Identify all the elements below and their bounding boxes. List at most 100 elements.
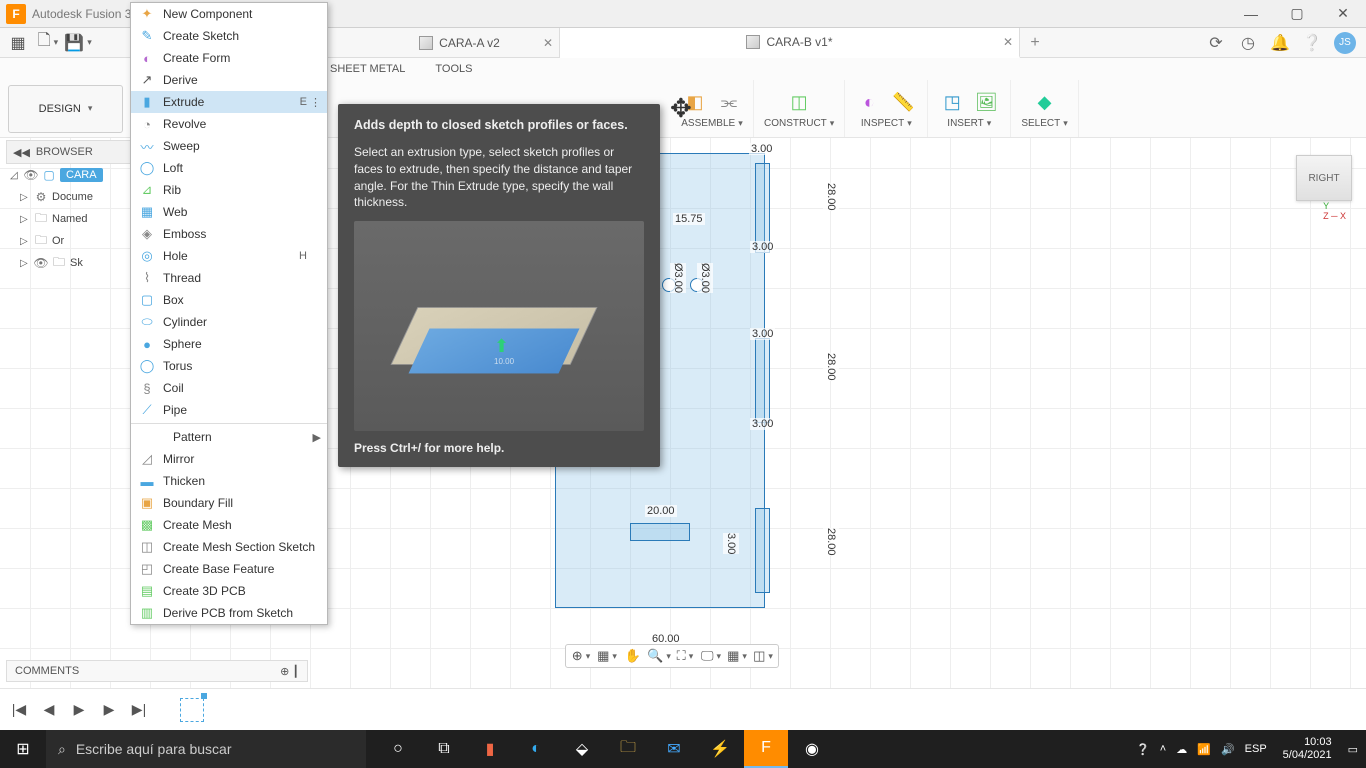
app-icon[interactable]: ⚡ [698,730,742,768]
cortana-icon[interactable]: ○ [376,730,420,768]
inspect-icon[interactable]: ◐ [855,88,883,116]
group-label[interactable]: INSERT [947,118,991,129]
menu-item-pattern[interactable]: Pattern▶ [131,426,327,448]
office-icon[interactable]: ▮ [468,730,512,768]
select-icon[interactable]: ◆ [1031,88,1059,116]
data-panel-icon[interactable]: ▦ [8,33,28,53]
chrome-icon[interactable]: ◉ [790,730,834,768]
taskview-icon[interactable]: ⧉ [422,730,466,768]
help-tray-icon[interactable]: ❔ [1136,743,1150,756]
menu-item-web[interactable]: ▦Web [131,201,327,223]
menu-item-emboss[interactable]: ◈Emboss [131,223,327,245]
comments-bar[interactable]: COMMENTS ⊕ ┃ [6,660,308,682]
save-icon[interactable]: 💾 [68,33,88,53]
mail-icon[interactable]: ✉ [652,730,696,768]
menu-item-hole[interactable]: ◎HoleH [131,245,327,267]
notifications-icon[interactable]: 🔔 [1270,33,1290,53]
help-icon[interactable]: ❔ [1302,33,1322,53]
menu-item-cylinder[interactable]: ⬭Cylinder [131,311,327,333]
image-icon[interactable]: 🖼 [972,88,1000,116]
move-handle-icon[interactable]: ✥ [670,93,692,124]
dropbox-icon[interactable]: ⬙ [560,730,604,768]
menu-item-loft[interactable]: ◯Loft [131,157,327,179]
taskbar-search[interactable]: ⌕ Escribe aquí para buscar [46,730,366,768]
timeline-back-icon[interactable]: ◀ [40,701,58,719]
viewport-icon[interactable]: ◫ [752,646,774,666]
tree-item[interactable]: ▷👁🗀Sk [6,252,134,274]
menu-item-boundary-fill[interactable]: ▣Boundary Fill [131,492,327,514]
notifications-tray-icon[interactable]: ▭ [1348,743,1358,756]
start-button[interactable]: ⊞ [0,730,46,768]
job-status-icon[interactable]: ◷ [1238,33,1258,53]
timeline-start-icon[interactable]: |◀ [10,701,28,719]
zoom-icon[interactable]: 🔍 [648,646,670,666]
menu-item-thread[interactable]: ⌇Thread [131,267,327,289]
tree-item[interactable]: ▷⚙Docume [6,186,134,208]
construct-icon[interactable]: ◫ [785,88,813,116]
comments-controls[interactable]: ⊕ ┃ [280,665,299,678]
volume-icon[interactable]: 🔊 [1221,743,1235,756]
menu-item-torus[interactable]: ◯Torus [131,355,327,377]
window-close-button[interactable]: ✕ [1320,0,1366,28]
insert-icon[interactable]: ◳ [938,88,966,116]
timeline-end-icon[interactable]: ▶| [130,701,148,719]
taskbar-clock[interactable]: 10:03 5/04/2021 [1277,736,1338,762]
document-tab[interactable]: CARA-A v2 ✕ [360,28,560,57]
group-label[interactable]: CONSTRUCT [764,118,834,129]
menu-item-create-3d-pcb[interactable]: ▤Create 3D PCB [131,580,327,602]
timeline-feature[interactable] [180,698,204,722]
close-tab-icon[interactable]: ✕ [543,36,553,50]
collapse-icon[interactable]: ◀◀ [13,146,30,159]
timeline-play-icon[interactable]: ▶ [70,701,88,719]
language-indicator[interactable]: ESP [1245,743,1267,755]
cloud-icon[interactable]: ☁ [1176,743,1187,756]
measure-icon[interactable]: 📏 [889,88,917,116]
menu-item-coil[interactable]: §Coil [131,377,327,399]
menu-item-derive-pcb-from-sketch[interactable]: ▥Derive PCB from Sketch [131,602,327,624]
fusion-taskbar-icon[interactable]: F [744,730,788,768]
menu-item-thicken[interactable]: ▬Thicken [131,470,327,492]
orbit-icon[interactable]: ⊕ [570,646,592,666]
chevron-up-icon[interactable]: ˄ [1160,743,1166,755]
tree-item[interactable]: ▷🗀Named [6,208,134,230]
edge-icon[interactable]: ◐ [514,730,558,768]
fit-icon[interactable]: ⛶ [674,646,696,666]
menu-item-create-base-feature[interactable]: ◰Create Base Feature [131,558,327,580]
new-tab-button[interactable]: + [1020,28,1050,57]
menu-item-revolve[interactable]: ◔Revolve [131,113,327,135]
close-tab-icon[interactable]: ✕ [1003,35,1013,49]
pan-icon[interactable]: ✋ [622,646,644,666]
menu-item-pipe[interactable]: ⟋Pipe [131,399,327,421]
menu-item-rib[interactable]: ⊿Rib [131,179,327,201]
wifi-icon[interactable]: 📶 [1197,743,1211,756]
menu-item-create-mesh-section-sketch[interactable]: ◫Create Mesh Section Sketch [131,536,327,558]
timeline-fwd-icon[interactable]: ▶ [100,701,118,719]
extensions-icon[interactable]: ⟳ [1206,33,1226,53]
explorer-icon[interactable]: 🗀 [606,730,650,768]
group-label[interactable]: SELECT [1021,118,1067,129]
ribbon-tab[interactable]: TOOLS [435,63,472,75]
look-icon[interactable]: ▦ [596,646,618,666]
group-label[interactable]: INSPECT [861,118,912,129]
menu-item-box[interactable]: ▢Box [131,289,327,311]
menu-item-extrude[interactable]: ▮ExtrudeE⋮ [131,91,327,113]
window-minimize-button[interactable]: — [1228,0,1274,28]
window-maximize-button[interactable]: ▢ [1274,0,1320,28]
menu-item-mirror[interactable]: ◿Mirror [131,448,327,470]
menu-item-create-mesh[interactable]: ▩Create Mesh [131,514,327,536]
document-tab[interactable]: CARA-B v1* ✕ [560,28,1020,58]
menu-item-sphere[interactable]: ●Sphere [131,333,327,355]
view-cube[interactable]: RIGHT [1296,155,1352,201]
menu-item-new-component[interactable]: ✦New Component [131,3,327,25]
menu-item-derive[interactable]: ↗Derive [131,69,327,91]
menu-item-sweep[interactable]: 〰Sweep [131,135,327,157]
joint-icon[interactable]: ⫘ [715,88,743,116]
browser-header[interactable]: ◀◀ BROWSER [6,140,134,164]
workspace-switcher[interactable]: DESIGN [8,85,123,133]
display-icon[interactable]: 🖵 [700,646,722,666]
ribbon-tab[interactable]: SHEET METAL [330,63,405,75]
menu-item-create-sketch[interactable]: ✎Create Sketch [131,25,327,47]
menu-item-create-form[interactable]: ◐Create Form [131,47,327,69]
file-menu-icon[interactable]: 🗋 [38,33,58,53]
more-icon[interactable]: ⋮ [310,96,321,109]
